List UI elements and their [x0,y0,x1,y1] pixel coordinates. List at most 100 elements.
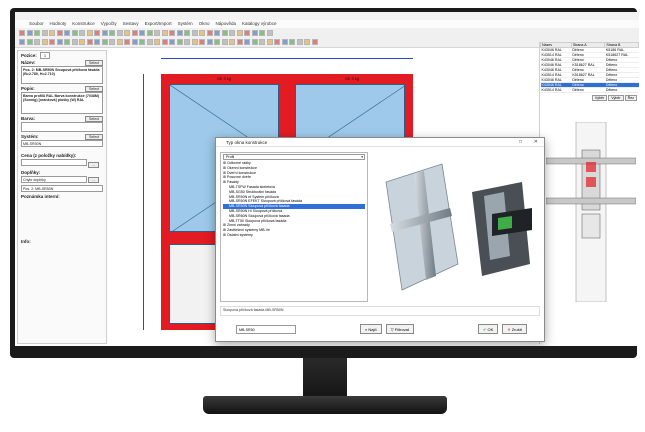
toolbar-button-icon[interactable] [26,39,33,45]
toolbar-button-icon[interactable] [206,39,213,45]
menu-item[interactable]: Sestavy [123,20,139,28]
toolbar-button-icon[interactable] [116,30,123,36]
toolbar-button-icon[interactable] [64,30,70,36]
accessories-field[interactable]: Chybí doplňky [21,176,87,183]
description-field[interactable]: Barva profilů RAL Barva konstrukce (7038… [21,92,103,114]
toolbar-button-icon[interactable] [266,30,273,36]
toolbar-button-icon[interactable] [49,30,55,36]
toolbar-button-icon[interactable] [131,39,138,45]
toolbar-button-icon[interactable] [56,39,63,45]
toolbar-button-icon[interactable] [169,30,175,36]
toolbar-button-icon[interactable] [161,30,168,36]
accessories-button[interactable]: ... [88,177,100,183]
toolbar-button-icon[interactable] [34,30,40,36]
toolbar-button-icon[interactable] [214,30,220,36]
menu-item[interactable]: Konstrukce [72,20,95,28]
toolbar-button-icon[interactable] [221,39,228,45]
toolbar-button-icon[interactable] [139,30,145,36]
search-button[interactable]: ⌕ Najít [360,324,382,334]
toolbar-button-icon[interactable] [229,39,235,45]
maximize-icon[interactable]: □ [519,138,522,147]
toolbar-button-icon[interactable] [176,30,183,36]
toolbar-button-icon[interactable] [94,39,100,45]
tree-item[interactable]: ⊞ Ostatní systémy [223,233,365,238]
toolbar-button-icon[interactable] [146,30,153,36]
toolbar-button-icon[interactable] [49,39,55,45]
toolbar-button-icon[interactable] [199,39,205,45]
cancel-button[interactable]: ✕ Zrušit [502,324,527,334]
toolbar-button-icon[interactable] [56,30,63,36]
toolbar-button-icon[interactable] [109,39,115,45]
toolbar-button-icon[interactable] [71,39,78,45]
toolbar-button-icon[interactable] [274,39,280,45]
ok-button[interactable]: ✔ OK [478,324,499,334]
toolbar-button-icon[interactable] [154,39,160,45]
toolbar-button-icon[interactable] [206,30,213,36]
toolbar-button-icon[interactable] [116,39,123,45]
toolbar-button-icon[interactable] [124,39,130,45]
toolbar-button-icon[interactable] [34,39,40,45]
name-select-button[interactable]: Select [85,60,103,66]
menu-item[interactable]: Export/Import [145,20,172,28]
menu-item[interactable]: Katalogy výrobce [242,20,277,28]
menu-item[interactable]: Okno [199,20,210,28]
system-select-button[interactable]: Select [85,134,103,140]
panel-tab[interactable]: Řez [624,95,637,101]
toolbar-button-icon[interactable] [266,39,273,45]
system-combo[interactable]: MB-SR50 [236,324,296,334]
toolbar-button-icon[interactable] [236,30,243,36]
toolbar-button-icon[interactable] [296,39,303,45]
menu-item[interactable]: Soubor [29,20,44,28]
description-select-button[interactable]: Select [85,86,103,92]
construction-tree[interactable]: Profil ▾ ⊞ Odborné rádky ⊞ Okenní konstru… [220,152,368,302]
toolbar-button-icon[interactable] [101,39,108,45]
toolbar-button-icon[interactable] [214,39,220,45]
color-select-button[interactable]: Select [85,116,103,122]
toolbar-button-icon[interactable] [229,30,235,36]
toolbar-button-icon[interactable] [169,39,175,45]
filter-select[interactable]: Profil ▾ [223,154,365,160]
toolbar-button-icon[interactable] [199,30,205,36]
toolbar-button-icon[interactable] [94,30,100,36]
toolbar-button-icon[interactable] [184,39,190,45]
toolbar-button-icon[interactable] [79,39,85,45]
toolbar-button-icon[interactable] [139,39,145,45]
toolbar-button-icon[interactable] [311,39,318,45]
toolbar-button-icon[interactable] [161,39,168,45]
toolbar-button-icon[interactable] [221,30,228,36]
menu-item[interactable]: Vypočty [101,20,117,28]
toolbar-button-icon[interactable] [259,39,265,45]
toolbar-button-icon[interactable] [41,30,48,36]
menu-item[interactable]: Nápověda [215,20,236,28]
toolbar-button-icon[interactable] [26,30,33,36]
toolbar-button-icon[interactable] [124,30,130,36]
toolbar-button-icon[interactable] [86,39,93,45]
panel-tab[interactable]: Výběr [591,95,608,101]
toolbar-button-icon[interactable] [109,30,115,36]
toolbar-button-icon[interactable] [86,30,93,36]
toolbar-button-icon[interactable] [41,39,48,45]
toolbar-button-icon[interactable] [19,30,25,36]
toolbar-button-icon[interactable] [79,30,85,36]
name-field[interactable]: Pos. 2: MB-SR50N Sloupová příčková fasád… [21,66,103,84]
toolbar-button-icon[interactable] [244,30,250,36]
menu-item[interactable]: Systém [178,20,193,28]
price-button[interactable]: ... [88,162,100,168]
position-dropdown[interactable]: Pos. 2: MB-SR50N [21,185,103,192]
toolbar-button-icon[interactable] [101,30,108,36]
toolbar-button-icon[interactable] [251,30,258,36]
table-row[interactable]: K43514 RAL Děleno Děleno [540,87,639,93]
toolbar-button-icon[interactable] [184,30,190,36]
toolbar-button-icon[interactable] [19,39,25,45]
position-input[interactable]: 1 [39,52,51,59]
close-icon[interactable]: ✕ [534,138,538,147]
toolbar-button-icon[interactable] [191,39,198,45]
toolbar-button-icon[interactable] [289,39,295,45]
toolbar-button-icon[interactable] [146,39,153,45]
toolbar-button-icon[interactable] [71,30,78,36]
toolbar-button-icon[interactable] [236,39,243,45]
toolbar-button-icon[interactable] [244,39,250,45]
toolbar-button-icon[interactable] [281,39,288,45]
color-field[interactable] [21,122,103,132]
menu-item[interactable]: Hodnoty [50,20,67,28]
